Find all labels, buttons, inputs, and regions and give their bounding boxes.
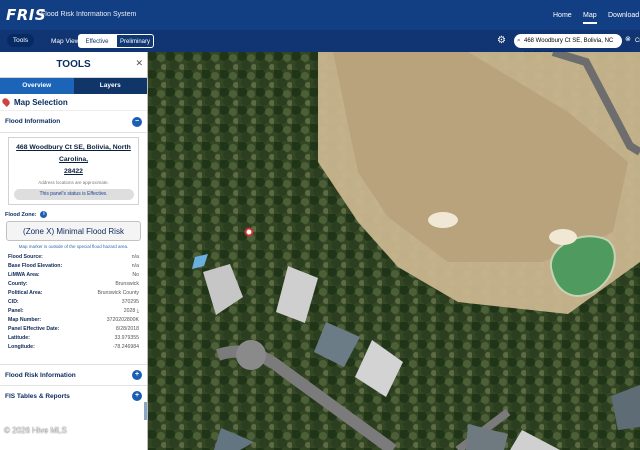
sand-trap xyxy=(549,229,577,245)
tools-button[interactable]: Tools xyxy=(7,34,34,47)
map-pin-icon xyxy=(1,97,11,107)
top-bar: FRIS Flood Risk Information System Home … xyxy=(0,0,640,30)
detail-key: CID: xyxy=(8,299,19,305)
segment-preliminary[interactable]: Preliminary xyxy=(116,34,154,48)
detail-key: Panel Effective Date: xyxy=(8,326,60,332)
toolbar-overflow-label[interactable]: Cr xyxy=(635,38,640,44)
close-icon[interactable]: ✕ xyxy=(135,58,143,69)
detail-key: Base Flood Elevation: xyxy=(8,263,63,269)
expand-icon[interactable]: + xyxy=(132,391,142,401)
detail-row: Longitude: -78.246984 xyxy=(8,343,139,352)
detail-value: 3720202800K xyxy=(106,317,139,323)
detail-row: Base Flood Elevation: n/a xyxy=(8,262,139,271)
sidebar-tabs: Overview Layers xyxy=(0,78,147,94)
address-note: Address locations are approximate. xyxy=(38,180,109,185)
segment-effective[interactable]: Effective xyxy=(78,34,116,48)
close-icon[interactable]: ⊗ xyxy=(625,35,631,43)
map-view-label: Map View: xyxy=(51,38,82,45)
detail-row: Panel Effective Date: 8/28/2018 xyxy=(8,325,139,334)
detail-value: 33.979355 xyxy=(114,335,139,341)
expand-icon[interactable]: + xyxy=(132,370,142,380)
detail-row: Flood Source: n/a xyxy=(8,253,139,262)
map-selection-heading: Map Selection xyxy=(0,94,147,111)
sidebar-scrollbar[interactable] xyxy=(144,402,147,420)
aerial-map[interactable] xyxy=(148,52,640,450)
map-view[interactable] xyxy=(148,52,640,450)
detail-value: Brunswick xyxy=(115,281,139,287)
info-icon[interactable]: i xyxy=(40,211,48,218)
toolbar: Tools Map View: Effective Preliminary ⚙ … xyxy=(0,30,640,58)
flood-zone-label: Flood Zone: i xyxy=(5,211,142,218)
detail-key: Map Number: xyxy=(8,317,42,323)
gear-icon[interactable]: ⚙ xyxy=(497,35,506,46)
detail-row: Panel: 2028 ⤓ xyxy=(8,307,139,316)
detail-row: LiMWA Area: No xyxy=(8,271,139,280)
detail-value: n/a xyxy=(131,254,139,260)
cul-de-sac xyxy=(236,340,266,370)
detail-key: Latitude: xyxy=(8,335,30,341)
fis-tables-header[interactable]: FIS Tables & Reports + xyxy=(0,385,147,406)
detail-row: CID: 370295 xyxy=(8,298,139,307)
detail-row: Map Number: 3720202800K xyxy=(8,316,139,325)
detail-key: County: xyxy=(8,281,28,287)
detail-key: Longitude: xyxy=(8,344,35,350)
map-watermark: © 2026 Hive MLS xyxy=(4,426,67,435)
detail-row: County: Brunswick xyxy=(8,280,139,289)
detail-key: Political Area: xyxy=(8,290,43,296)
sidebar-title: TOOLS xyxy=(56,59,91,70)
app-subtitle: Flood Risk Information System xyxy=(41,11,137,18)
detail-key: Panel: xyxy=(8,308,24,314)
fis-tables-label: FIS Tables & Reports xyxy=(5,392,70,400)
flood-zone-button[interactable]: (Zone X) Minimal Flood Risk xyxy=(6,221,141,241)
tab-layers[interactable]: Layers xyxy=(73,78,147,94)
detail-key: Flood Source: xyxy=(8,254,43,260)
detail-key: LiMWA Area: xyxy=(8,272,40,278)
nav-home[interactable]: Home xyxy=(553,12,572,19)
flood-risk-information-header[interactable]: Flood Risk Information + xyxy=(0,364,147,385)
nav-map[interactable]: Map xyxy=(583,12,597,24)
detail-value: n/a xyxy=(131,263,139,269)
address-card: 468 Woodbury Ct SE, Bolivia, North Carol… xyxy=(8,137,139,205)
nav-download[interactable]: Download xyxy=(608,12,639,19)
detail-value: Brunswick County xyxy=(97,290,139,296)
map-marker-icon[interactable] xyxy=(244,227,254,237)
detail-row: Political Area: Brunswick County xyxy=(8,289,139,298)
tab-overview[interactable]: Overview xyxy=(0,78,74,94)
detail-value: -78.246984 xyxy=(112,344,139,350)
details-list: Flood Source: n/a Base Flood Elevation: n/a… xyxy=(0,253,147,352)
collapse-icon[interactable]: − xyxy=(132,116,142,127)
detail-value: 8/28/2018 xyxy=(115,326,139,332)
flood-information-label: Flood Information xyxy=(5,118,61,125)
marker-note: Map marker is outside of the special flo… xyxy=(18,244,129,249)
flood-risk-information-label: Flood Risk Information xyxy=(5,371,76,379)
sidebar-header: TOOLS ✕ xyxy=(0,52,147,78)
sand-trap xyxy=(428,212,458,228)
detail-value: 370295 xyxy=(121,299,139,305)
detail-value: 2028 ⤓ xyxy=(123,308,139,314)
search-icon: ⌕ xyxy=(517,37,521,44)
tools-sidebar: TOOLS ✕ Overview Layers Map Selection Fl… xyxy=(0,52,148,450)
flood-information-header[interactable]: Flood Information − xyxy=(0,111,147,133)
search-input[interactable]: ⌕ 468 Woodbury Ct SE, Bolivia, NC 28422,… xyxy=(514,34,622,58)
status-badge: This panel's status is Effective. xyxy=(13,189,134,200)
detail-row: Latitude: 33.979355 xyxy=(8,334,139,343)
address-line2[interactable]: 28422 xyxy=(13,166,134,178)
address-line1[interactable]: 468 Woodbury Ct SE, Bolivia, North Carol… xyxy=(13,142,134,166)
detail-value: No xyxy=(132,272,139,278)
